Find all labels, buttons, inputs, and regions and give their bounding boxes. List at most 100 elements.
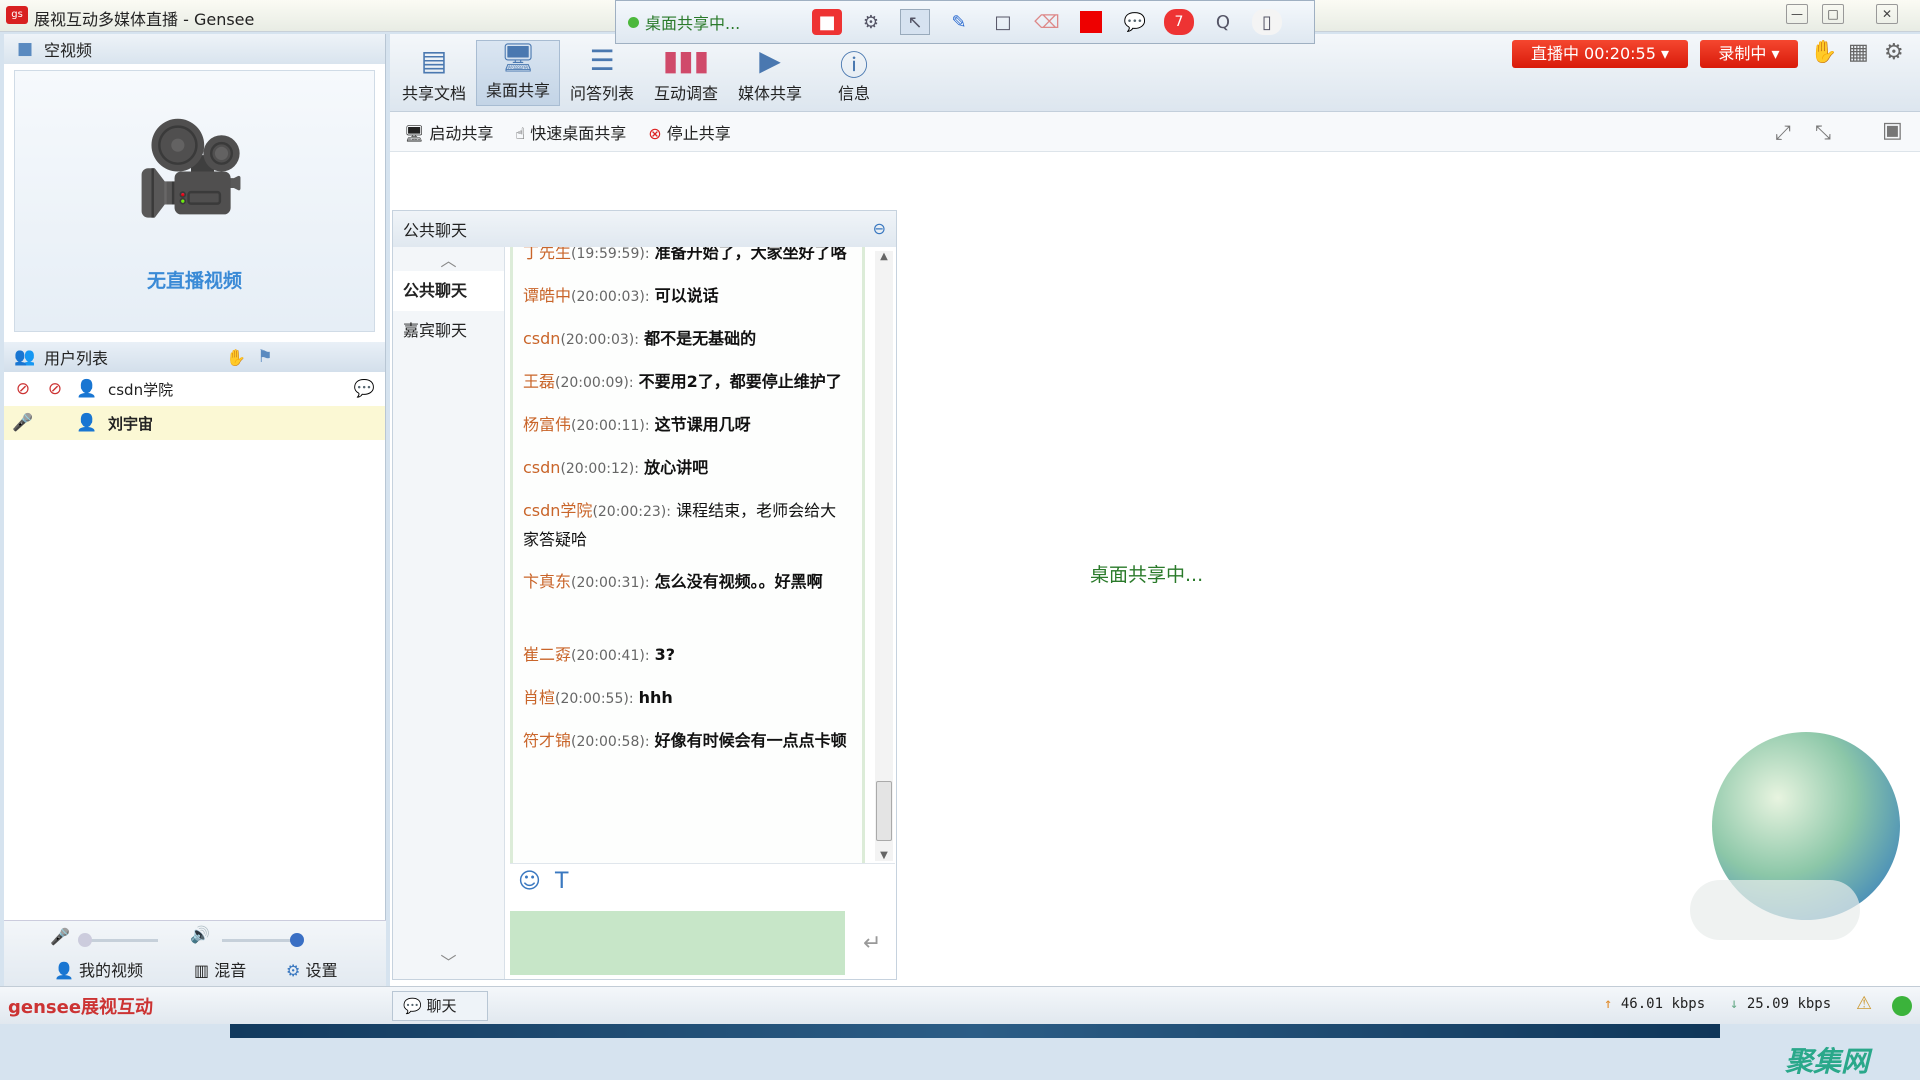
sender-name: csdn (523, 329, 561, 348)
emoji-icon[interactable]: ☺ (518, 869, 541, 894)
chat-message: 杨富伟(20:00:11): 这节课用几呀 (523, 411, 852, 440)
start-share-button[interactable]: 🖥 启动共享 (404, 120, 493, 144)
chat-format-bar: ☺ T (510, 863, 895, 899)
send-icon[interactable]: ↵ (863, 931, 881, 956)
shrink-icon[interactable]: ⤡ (1815, 120, 1831, 144)
live-status-button[interactable]: 直播中 00:20:55 ▾ (1512, 40, 1688, 68)
tool-survey[interactable]: ▮▮▮ 互动调查 (644, 44, 728, 104)
tool-qa-list[interactable]: ☰ 问答列表 (560, 44, 644, 104)
mic-disabled-icon[interactable]: ⊘ (12, 379, 34, 399)
gear-icon[interactable]: ⚙ (1884, 40, 1904, 65)
color-red-icon[interactable] (1076, 9, 1106, 35)
info-icon: ⓘ (839, 49, 868, 82)
hand-icon[interactable]: ✋ (226, 348, 246, 367)
stop-share-button[interactable]: ⊗ 停止共享 (648, 120, 731, 144)
tab-public-chat[interactable]: 公共聊天 (393, 271, 504, 311)
message-text: 这节课用几呀 (654, 415, 751, 434)
gear-icon[interactable]: ⚙ (856, 9, 886, 35)
notification-badge[interactable]: 7 (1164, 9, 1194, 35)
chat-tabs: ︿ 公共聊天 嘉宾聊天 ﹀ (393, 247, 505, 979)
chat-input[interactable] (510, 911, 845, 975)
speaker-icon: 🔊 (190, 925, 210, 944)
speaker-slider-knob[interactable] (290, 933, 304, 947)
qa-list-icon: ☰ (589, 44, 615, 77)
mic-slider[interactable] (78, 933, 158, 947)
stop-icon[interactable]: ■ (812, 9, 842, 35)
window-title: 展视互动多媒体直播 - Gensee (34, 10, 255, 29)
document-icon: ▤ (420, 44, 448, 77)
message-text: 好像有时候会有一点点卡顿 (654, 731, 847, 750)
message-text: hhh (638, 688, 673, 707)
sharing-status: 桌面共享中... (1090, 564, 1204, 586)
text-format-icon[interactable]: T (555, 869, 568, 894)
media-share-icon: ▶ (759, 44, 781, 77)
chat-panel: 公共聊天 ⊖ ︿ 公共聊天 嘉宾聊天 ﹀ 丁先生(19:59:59): 准备开始了… (392, 210, 897, 980)
close-button[interactable]: ✕ (1876, 4, 1898, 24)
mic-icon: 🎤 (50, 927, 70, 946)
eraser-icon[interactable]: ⌫ (1032, 9, 1062, 35)
message-time: (19:59:59): (571, 247, 650, 262)
sender-name: 卞真东 (523, 572, 572, 591)
chat-message: 崔二孬(20:00:41): 3? (523, 641, 852, 670)
settings-button[interactable]: ⚙ 设置 (286, 957, 337, 981)
sender-name: 崔二孬 (523, 645, 572, 664)
gensee-logo: gensee展视互动 (8, 997, 154, 1018)
chat-bubble-icon[interactable]: 💬 (353, 379, 375, 399)
my-video-button[interactable]: 👤 我的视频 (54, 957, 143, 981)
chat-message: 符才锦(20:00:58): 好像有时候会有一点点卡顿 (523, 727, 852, 756)
pencil-icon[interactable]: ✎ (944, 9, 974, 35)
camera-icon: ■ (16, 39, 34, 59)
tool-info[interactable]: ⓘ 信息 (812, 44, 896, 104)
main-toolbar: ▤ 共享文档 🖥 桌面共享 ☰ 问答列表 ▮▮▮ 互动调查 ▶ 媒体共享 ⓘ 信息 (390, 34, 1920, 112)
raise-hand-icon[interactable]: ✋ (1810, 40, 1837, 65)
mic-slider-knob[interactable] (78, 933, 92, 947)
user-row[interactable]: 🎤 👤 刘宇宙 (4, 406, 385, 440)
chat-message: 丁先生(19:59:59): 准备开始了，大家坐好了咯 (523, 247, 852, 268)
chat-scrollbar[interactable]: ▲ ▼ (875, 251, 893, 861)
message-time: (20:00:58): (571, 734, 650, 750)
message-time: (20:00:55): (555, 691, 634, 707)
share-subbar: 🖥 启动共享 ☝ 快速桌面共享 ⊗ 停止共享 ⤢ ⤡ ▣ (390, 112, 1920, 152)
pointer-icon[interactable]: ↖ (900, 9, 930, 35)
chevron-down-icon[interactable]: ﹀ (393, 949, 504, 973)
tool-share-doc[interactable]: ▤ 共享文档 (392, 44, 476, 104)
tab-guest-chat[interactable]: 嘉宾聊天 (393, 311, 504, 351)
connection-status-icon (1892, 996, 1912, 1016)
mic-speaking-icon: 🎤 (12, 413, 34, 433)
users-icon: 👥 (14, 347, 36, 367)
user-settings-icon[interactable]: ⚑ (254, 347, 276, 367)
maximize-button[interactable]: □ (1822, 4, 1844, 24)
qa-icon[interactable]: Q (1208, 9, 1238, 35)
tool-desktop-share[interactable]: 🖥 桌面共享 (476, 40, 560, 106)
toggle-icon[interactable]: ▯ (1252, 9, 1282, 35)
upload-rate: ↑ 46.01 kbps (1604, 996, 1706, 1012)
warning-icon[interactable]: ⚠ (1856, 993, 1872, 1014)
hand-decoration (1690, 880, 1860, 940)
minimize-button[interactable]: — (1786, 4, 1808, 24)
scrollbar-thumb[interactable] (876, 781, 892, 841)
recording-button[interactable]: 录制中 ▾ (1700, 40, 1798, 68)
media-controls: 🎤 🔊 👤 我的视频 ▥ 混音 ⚙ 设置 (4, 920, 386, 986)
speaker-slider[interactable] (222, 933, 304, 947)
layout-grid-icon[interactable]: ▦ (1848, 40, 1869, 65)
video-header: ■ 空视频 (4, 34, 385, 64)
chevron-up-icon[interactable]: ︿ (393, 247, 504, 271)
message-text: 不要用2了，都要停止维护了 (638, 372, 842, 391)
quick-share-button[interactable]: ☝ 快速桌面共享 (515, 120, 626, 144)
collapse-icon[interactable]: ⊖ (873, 219, 886, 238)
message-text: 都不是无基础的 (644, 329, 757, 348)
chat-taskbar-button[interactable]: 💬 聊天 (392, 991, 488, 1021)
fullscreen-icon[interactable]: ⤢ (1775, 120, 1791, 144)
app-logo: gs (6, 6, 28, 24)
fit-window-icon[interactable]: ▣ (1882, 118, 1903, 143)
camera-disabled-icon[interactable]: ⊘ (44, 379, 66, 399)
chat-message: 卞真东(20:00:31): 怎么没有视频。。好黑啊 (523, 568, 852, 597)
tool-media-share[interactable]: ▶ 媒体共享 (728, 44, 812, 104)
user-row[interactable]: ⊘ ⊘ 👤 csdn学院 💬 (4, 372, 385, 406)
chat-icon[interactable]: 💬 (1120, 9, 1150, 35)
mix-button[interactable]: ▥ 混音 (194, 957, 246, 981)
rectangle-icon[interactable]: □ (988, 9, 1018, 35)
user-list-header: 👥 用户列表 ✋ ⚑ (4, 342, 385, 372)
chat-message: 肖楦(20:00:55): hhh (523, 684, 852, 713)
message-text: 准备开始了，大家坐好了咯 (654, 247, 847, 262)
